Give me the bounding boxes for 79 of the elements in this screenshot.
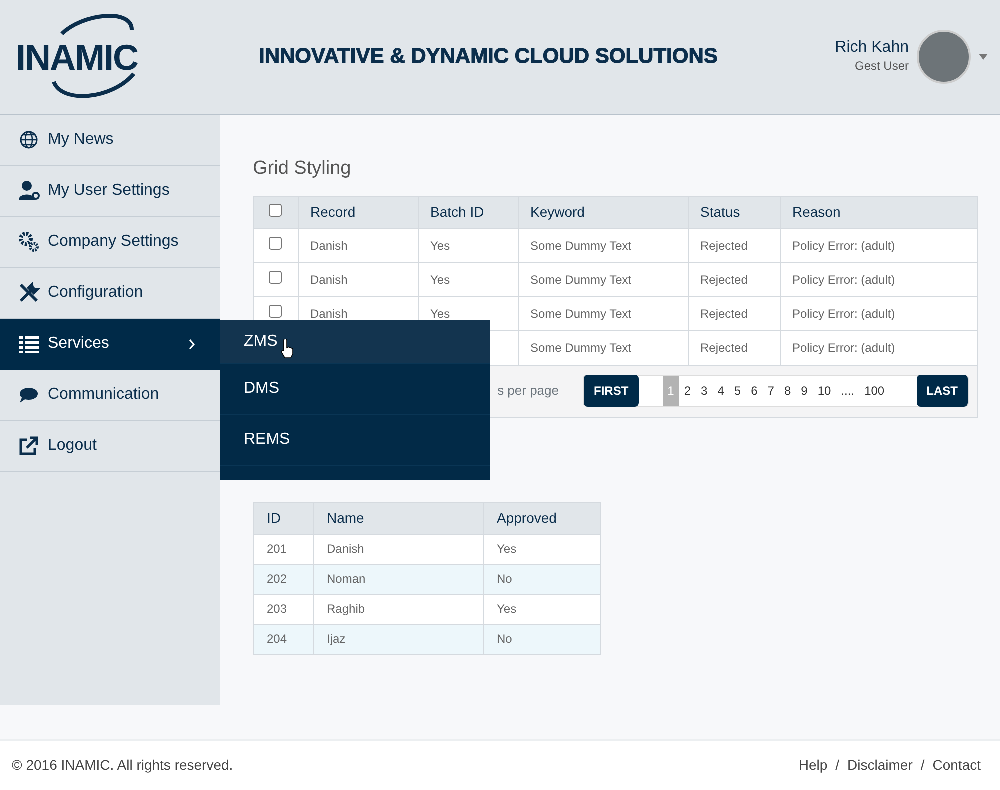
caret-icon [979,54,988,60]
table-cell: No [484,564,600,594]
column-header: Approved [484,502,600,534]
page-link[interactable]: .... [836,376,860,406]
sidebar-item[interactable]: Company Settings [0,217,220,268]
first-page-button[interactable]: FIRST [584,375,639,407]
table-cell: Noman [314,564,484,594]
checkbox[interactable] [269,204,282,217]
table-cell: Yes [484,534,600,564]
page-link[interactable]: 100 [860,376,890,406]
column-header: Keyword [518,196,688,228]
sidebar-item[interactable]: My News [0,115,220,166]
page-link[interactable]: 4 [712,376,730,406]
table-cell: 204 [254,624,314,654]
column-header: ID [254,502,314,534]
table-cell: Yes [484,594,600,624]
table-cell: 203 [254,594,314,624]
logo-text: INAMIC [16,40,138,76]
sidebar-item[interactable]: My User Settings [0,166,220,217]
table-cell: Danish [298,228,418,262]
user-name: Rich Kahn [835,39,909,57]
page-link[interactable]: 10 [812,376,836,406]
column-header: Batch ID [418,196,518,228]
table-cell: Danish [298,262,418,296]
footer-link[interactable]: Help [798,755,828,776]
copyright-text: © 2016 INAMIC. All rights reserved. [12,756,234,775]
avatar-placeholder [917,30,971,84]
footer-link[interactable]: Disclaimer [848,755,913,776]
table-cell: Policy Error: (adult) [780,228,977,262]
link-separator: / [836,756,840,775]
table-cell: No [484,624,600,654]
checkbox[interactable] [269,236,282,250]
column-header: Reason [780,196,977,228]
checkbox[interactable] [269,270,282,284]
column-header: Record [298,196,418,228]
page-link[interactable]: 6 [746,376,763,406]
user-gear-icon [18,180,40,202]
submenu-item[interactable]: DMS [220,364,490,415]
news-globe-icon [18,129,40,151]
table-cell: Policy Error: (adult) [780,262,977,296]
table-cell: Yes [418,262,518,296]
table-cell: 202 [254,564,314,594]
per-page-label: s per page [498,382,559,400]
submenu-item[interactable]: REMS [220,415,490,466]
page-link[interactable]: 9 [796,376,813,406]
table-cell: 201 [254,534,314,564]
hand-cursor-icon [280,338,294,358]
user-role: Gest User [854,58,909,75]
page-link[interactable]: 5 [729,376,746,406]
section-title: Grid Styling [253,157,352,181]
table-cell: Rejected [688,296,780,330]
gears-icon [18,231,40,253]
page-link[interactable]: 8 [779,376,796,406]
link-separator: / [920,756,925,775]
chevron-right-icon [189,338,196,350]
wrench-screwdriver-icon [18,282,40,304]
table-cell: Danish [314,534,484,564]
page-link[interactable]: 7 [762,376,780,406]
tagline: INNOVATIVE & DYNAMIC CLOUD SOLUTIONS [259,45,718,69]
last-page-button[interactable]: LAST [916,375,968,407]
table-cell: Ijaz [314,624,484,654]
table-cell: Yes [418,228,518,262]
submenu-item[interactable]: ZMS [220,320,490,364]
table-cell: Some Dummy Text [518,296,688,330]
column-header: Name [314,502,484,534]
table-cell: Some Dummy Text [518,228,688,262]
table-cell: Some Dummy Text [518,262,688,296]
column-header: Status [688,196,780,228]
page-link[interactable]: 3 [696,376,713,406]
list-icon [18,333,40,355]
table-cell: Rejected [688,228,780,262]
external-link-icon [18,435,40,457]
table-cell: Policy Error: (adult) [780,296,977,330]
table-cell: Rejected [688,262,780,296]
table-cell: Raghib [314,594,484,624]
checkbox[interactable] [269,304,282,318]
footer-link[interactable]: Contact [932,755,981,776]
sidebar-item[interactable]: Services [0,319,220,370]
page-link[interactable]: 2 [679,376,696,406]
